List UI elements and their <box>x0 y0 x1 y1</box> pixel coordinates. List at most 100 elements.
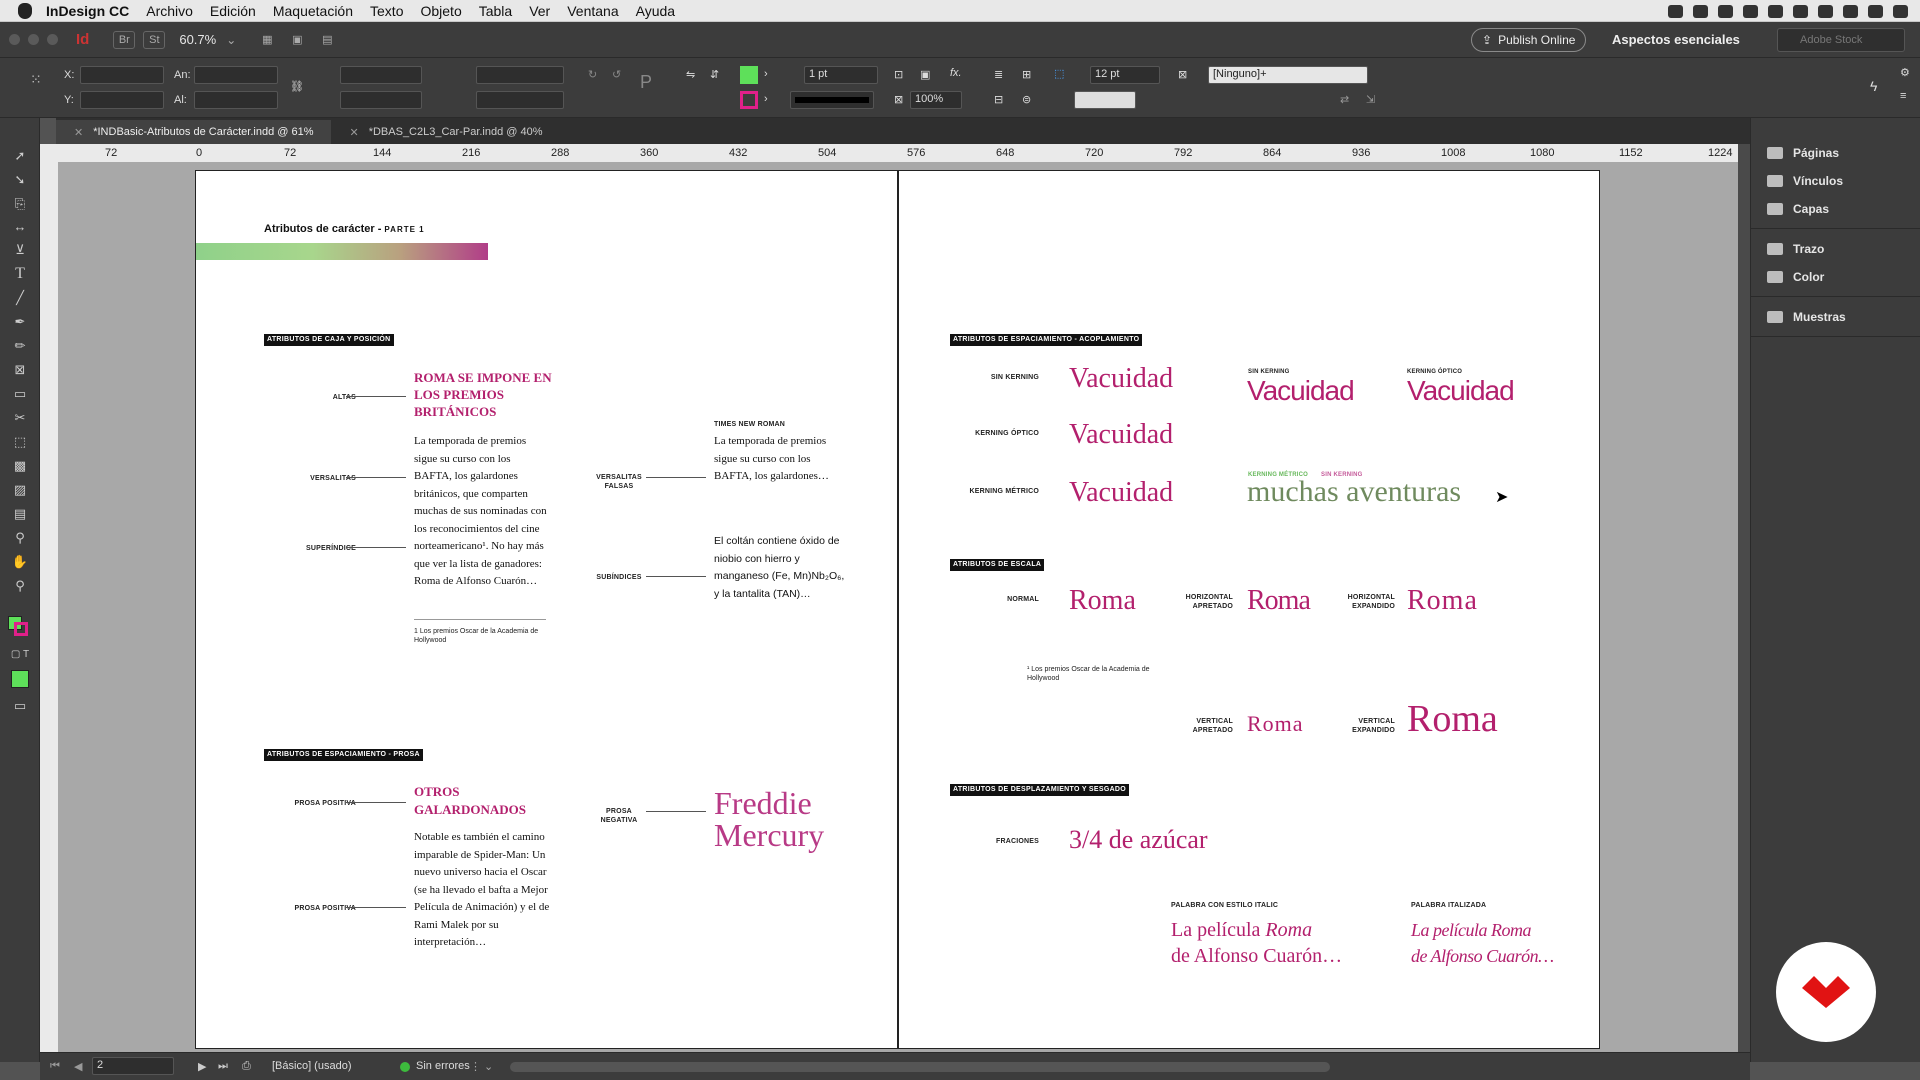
tab-document-2[interactable]: ✕ *DBAS_C2L3_Car-Par.indd @ 40% <box>331 120 560 144</box>
bridge-button[interactable]: Br <box>113 30 136 49</box>
preflight-menu-icon[interactable]: ⋮ ⌄ <box>470 1060 493 1073</box>
frame-fitting-icon[interactable]: ⊡ <box>894 68 903 81</box>
opacity-icon[interactable]: ⊠ <box>894 93 903 106</box>
panel-capas[interactable]: Capas <box>1767 202 1829 216</box>
menu-texto[interactable]: Texto <box>370 3 403 19</box>
panel-trazo[interactable]: Trazo <box>1767 242 1824 256</box>
constrain-proportions-icon[interactable]: ⛓ <box>290 80 304 93</box>
dropbox-icon[interactable] <box>1718 4 1733 18</box>
menu-objeto[interactable]: Objeto <box>420 3 461 19</box>
align-top-icon[interactable]: ⊟ <box>994 93 1003 106</box>
eyedropper-tool-icon[interactable]: ⚲ <box>10 528 30 548</box>
gradient-feather-tool-icon[interactable]: ▨ <box>10 480 30 500</box>
gradient-swatch-tool-icon[interactable]: ▩ <box>10 456 30 476</box>
line-tool-icon[interactable]: ╱ <box>10 288 30 308</box>
height-field[interactable] <box>194 91 278 109</box>
rectangle-frame-tool-icon[interactable]: ⊠ <box>10 360 30 380</box>
wifi-icon[interactable] <box>1793 4 1808 18</box>
horizontal-scrollbar[interactable] <box>510 1062 1330 1072</box>
first-page-icon[interactable]: ⏮ <box>50 1060 60 1073</box>
zoom-dropdown-icon[interactable]: ⌄ <box>226 33 236 47</box>
content-collector-icon[interactable]: ⊻ <box>10 240 30 260</box>
menu-edicion[interactable]: Edición <box>210 3 256 19</box>
cloud-icon[interactable] <box>1768 4 1783 18</box>
close-tab-icon[interactable]: ✕ <box>349 126 358 139</box>
align-center-icon[interactable]: ⊜ <box>1022 93 1031 106</box>
preflight-status-text[interactable]: Sin errores <box>416 1060 470 1072</box>
reference-point-icon[interactable]: ⁙ <box>30 71 42 88</box>
stock-button[interactable]: St <box>143 30 166 49</box>
scale-x-field[interactable] <box>340 66 422 84</box>
last-page-icon[interactable]: ⏭ <box>218 1060 228 1073</box>
stock-search-input[interactable]: Adobe Stock <box>1777 28 1905 52</box>
vertical-scrollbar[interactable] <box>1738 144 1750 1052</box>
open-page-icon[interactable]: ⎙ <box>242 1060 251 1073</box>
effects-icon[interactable]: fx. <box>950 67 962 79</box>
left-page[interactable]: Atributos de carácter - PARTE 1 ATRIBUTO… <box>195 170 898 1049</box>
width-field[interactable] <box>194 66 278 84</box>
type-tool-icon[interactable]: T <box>10 264 30 284</box>
page-tool-icon[interactable]: ⎘ <box>10 194 30 214</box>
zoom-level[interactable]: 60.7% <box>179 32 216 47</box>
text-path-icon[interactable]: P <box>640 72 652 93</box>
rectangle-tool-icon[interactable]: ▭ <box>10 384 30 404</box>
apple-icon[interactable] <box>18 2 32 19</box>
view-options-icon[interactable]: ▦ <box>256 31 278 49</box>
gutter-field[interactable]: 12 pt <box>1090 66 1160 84</box>
minimize-window-button[interactable] <box>28 34 39 45</box>
hand-tool-icon[interactable]: ✋ <box>10 552 30 572</box>
fill-swatch[interactable] <box>740 66 758 84</box>
menu-tabla[interactable]: Tabla <box>479 3 512 19</box>
menu-archivo[interactable]: Archivo <box>146 3 193 19</box>
panel-paginas[interactable]: Páginas <box>1767 146 1839 160</box>
panel-vinculos[interactable]: Vínculos <box>1767 174 1843 188</box>
vertical-ruler[interactable] <box>40 162 58 1052</box>
object-style-select[interactable]: [Ninguno]+ <box>1208 66 1368 84</box>
formatting-container-icon[interactable]: ▢ T <box>10 644 30 664</box>
zoom-window-button[interactable] <box>47 34 58 45</box>
volume-icon[interactable] <box>1818 4 1833 18</box>
rotation-field[interactable] <box>476 66 564 84</box>
drop-shadow-icon[interactable]: ▣ <box>920 68 930 81</box>
rotate-cw-icon[interactable]: ↻ <box>588 68 597 81</box>
flip-horizontal-icon[interactable]: ⇋ <box>686 68 695 81</box>
scissors-tool-icon[interactable]: ✂ <box>10 408 30 428</box>
panel-menu-icon[interactable]: ≡ <box>1900 90 1906 102</box>
next-page-icon[interactable]: ▶ <box>198 1060 206 1073</box>
stroke-type-select[interactable] <box>790 91 874 109</box>
note-tool-icon[interactable]: ▤ <box>10 504 30 524</box>
new-style-icon[interactable]: ⇲ <box>1366 93 1375 106</box>
stroke-swatch[interactable] <box>740 91 758 109</box>
close-window-button[interactable] <box>9 34 20 45</box>
menu-app-name[interactable]: InDesign CC <box>46 3 129 19</box>
apply-color-icon[interactable] <box>11 670 29 688</box>
object-style-icon[interactable]: ⊠ <box>1178 68 1187 81</box>
page-number-field[interactable]: 2 <box>92 1057 174 1075</box>
clear-overrides-icon[interactable]: ⇄ <box>1340 93 1349 106</box>
quick-apply-icon[interactable]: ϟ <box>1870 78 1877 94</box>
stroke-weight-field[interactable]: 1 pt <box>804 66 878 84</box>
selection-tool-icon[interactable]: ➚ <box>10 146 30 166</box>
shear-field[interactable] <box>476 91 564 109</box>
panel-muestras[interactable]: Muestras <box>1767 310 1846 324</box>
text-wrap-icon[interactable]: ≣ <box>994 68 1003 81</box>
document-style-select[interactable]: [Básico] (usado) <box>272 1060 351 1072</box>
prev-page-icon[interactable]: ◀ <box>74 1060 82 1073</box>
select-container-icon[interactable]: ⇵ <box>710 68 719 81</box>
screen-mode-tool-icon[interactable]: ▭ <box>10 696 30 716</box>
menu-ventana[interactable]: Ventana <box>567 3 618 19</box>
free-transform-tool-icon[interactable]: ⬚ <box>10 432 30 452</box>
panel-color[interactable]: Color <box>1767 270 1824 284</box>
frame-color-field[interactable] <box>1074 91 1136 109</box>
spotlight-icon[interactable] <box>1868 4 1883 18</box>
stroke-menu-arrow-icon[interactable]: › <box>764 93 768 105</box>
flag-icon[interactable] <box>1843 4 1858 18</box>
menu-ayuda[interactable]: Ayuda <box>636 3 675 19</box>
workspace-switcher[interactable]: Aspectos esenciales <box>1612 32 1740 47</box>
close-tab-icon[interactable]: ✕ <box>74 126 83 139</box>
creative-cloud-icon[interactable] <box>1743 4 1758 18</box>
menu-maquetacion[interactable]: Maquetación <box>273 3 353 19</box>
menu-ver[interactable]: Ver <box>529 3 550 19</box>
notification-icon[interactable] <box>1893 4 1908 18</box>
record-icon[interactable] <box>1668 4 1683 18</box>
